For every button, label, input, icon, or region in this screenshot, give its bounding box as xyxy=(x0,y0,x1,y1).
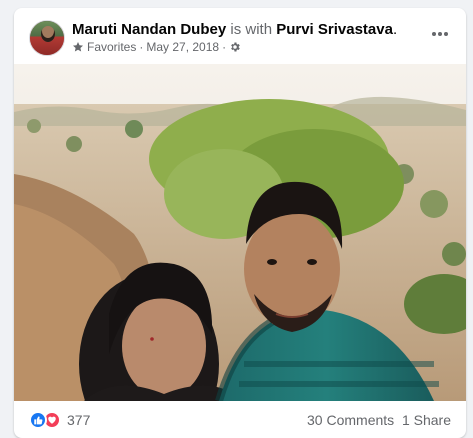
selfie-photo-image xyxy=(14,64,466,401)
title-period: . xyxy=(392,21,398,38)
post-photo[interactable] xyxy=(14,64,466,401)
post-meta: Favorites · May 27, 2018 · xyxy=(72,40,241,54)
post-title-line: Maruti Nandan Dubey is with Purvi Srivas… xyxy=(72,21,397,38)
reactions-summary[interactable]: 377 xyxy=(29,411,90,429)
post-date-link[interactable]: May 27, 2018 xyxy=(146,40,219,54)
star-icon xyxy=(73,42,83,52)
more-options-icon xyxy=(432,32,448,36)
audience-label[interactable]: Favorites xyxy=(87,40,136,54)
more-options-button[interactable] xyxy=(428,24,452,44)
engagement-stats: 30 Comments 1 Share xyxy=(307,412,451,428)
post-card: Maruti Nandan Dubey is with Purvi Srivas… xyxy=(14,8,466,438)
with-connector-text: is with xyxy=(226,21,277,38)
gear-icon[interactable] xyxy=(229,41,241,53)
shares-count-link[interactable]: 1 Share xyxy=(402,412,451,428)
tagged-user-link[interactable]: Purvi Srivastava xyxy=(276,21,393,38)
author-avatar[interactable] xyxy=(29,20,65,56)
meta-separator-2: · xyxy=(222,40,227,54)
meta-separator: · xyxy=(139,40,144,54)
reaction-count: 377 xyxy=(67,412,91,428)
author-name-link[interactable]: Maruti Nandan Dubey xyxy=(72,21,226,38)
post-footer: 377 30 Comments 1 Share xyxy=(14,409,466,433)
comments-count-link[interactable]: 30 Comments xyxy=(307,412,394,428)
post-header: Maruti Nandan Dubey is with Purvi Srivas… xyxy=(14,8,466,64)
like-icon xyxy=(29,411,47,429)
